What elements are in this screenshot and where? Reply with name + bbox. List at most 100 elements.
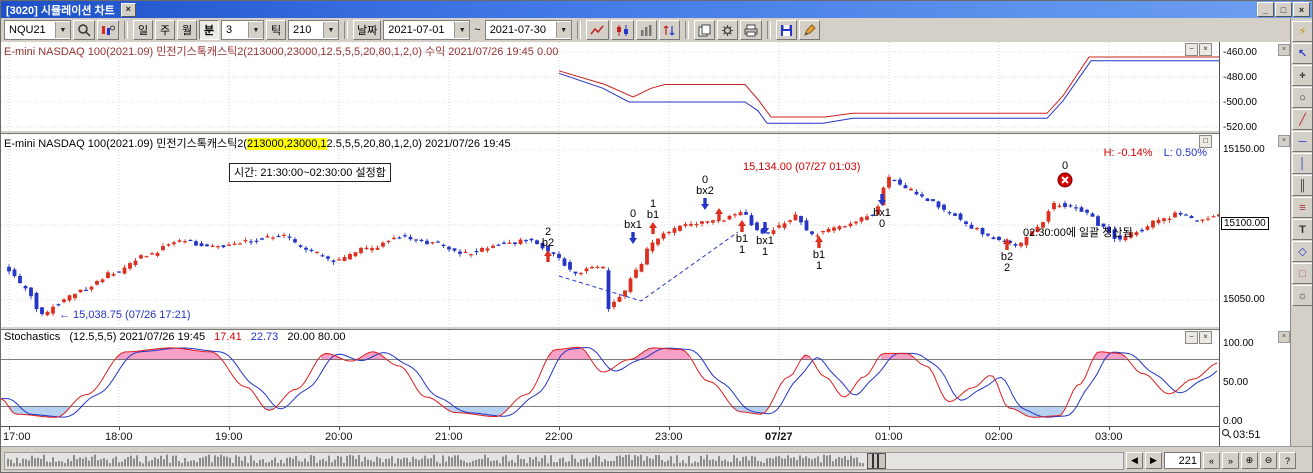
date-to-combo[interactable]: 2021-07-30 ▼ xyxy=(485,20,572,40)
period-week-button[interactable]: 주 xyxy=(155,20,175,40)
period-minute-button[interactable]: 분 xyxy=(199,20,219,40)
period-month-button[interactable]: 월 xyxy=(177,20,197,40)
tool-eraser-button[interactable]: □ xyxy=(1292,263,1313,284)
stochastic-chart[interactable] xyxy=(1,330,1219,426)
signal-markers: 2b20bx11b10bx2b11bx11b11bx10b22 xyxy=(542,174,1013,274)
print-button[interactable] xyxy=(740,20,762,40)
chevron-down-icon[interactable]: ▼ xyxy=(556,22,571,38)
period-day-button[interactable]: 일 xyxy=(133,20,153,40)
panel-minimize-icon[interactable]: − xyxy=(1185,331,1198,344)
tool-fibonacci-button[interactable]: ≡ xyxy=(1292,197,1313,218)
tick-button[interactable]: 틱 xyxy=(266,20,286,40)
axis-scale-icon[interactable]: × xyxy=(1278,331,1290,343)
signal-arrow-up xyxy=(815,236,823,248)
time-tick xyxy=(559,427,560,430)
tab-close-button[interactable]: × xyxy=(121,3,136,17)
bar-count-input[interactable]: 221 xyxy=(1164,452,1201,469)
high-annotation: 15,134.00 (07/27 01:03) xyxy=(743,161,860,173)
candlestick-chart[interactable]: 2b20bx11b10bx2b11bx11b11bx10b22015,134.0… xyxy=(1,134,1219,326)
date-range-separator: ~ xyxy=(474,24,480,36)
candle-chart-icon xyxy=(615,24,630,37)
chevron-down-icon[interactable]: ▼ xyxy=(323,22,338,38)
jump-start-button[interactable]: « xyxy=(1203,452,1220,469)
symbol-search-button[interactable] xyxy=(73,20,95,40)
bar-chart-button[interactable] xyxy=(636,20,657,40)
copy-button[interactable] xyxy=(694,20,715,40)
tick-interval-value: 210 xyxy=(293,24,319,36)
time-tick xyxy=(1109,427,1110,430)
signal-arrow-up xyxy=(715,208,723,220)
tool-zoom-button[interactable]: ○ xyxy=(1292,87,1313,108)
main-panel-title: E-mini NASDAQ 100(2021.09) 민전기스톡캐스틱2(213… xyxy=(4,135,511,148)
tool-parallel-channel-button[interactable]: ║ xyxy=(1292,175,1313,196)
axis-zoom-icon[interactable] xyxy=(1221,428,1232,442)
range-thumb[interactable] xyxy=(867,453,886,469)
tool-trendline-button[interactable]: ╱ xyxy=(1292,109,1313,130)
minimize-button[interactable]: _ xyxy=(1257,2,1274,17)
data-range-track[interactable] xyxy=(4,452,1124,470)
settings-button[interactable] xyxy=(717,20,738,40)
date-button[interactable]: 날짜 xyxy=(353,20,381,40)
save-button[interactable] xyxy=(776,20,797,40)
tool-text-button[interactable]: T xyxy=(1292,219,1313,240)
stochastic-panel-title: Stochastics (12.5,5,5) 2021/07/26 19:45 … xyxy=(4,331,345,344)
tool-simulation-bolt-button[interactable]: ⚡ xyxy=(1292,21,1313,42)
svg-text:b2: b2 xyxy=(542,237,554,249)
time-label: 22:00 xyxy=(545,431,573,443)
tool-pattern-button[interactable]: ◇ xyxy=(1292,241,1313,262)
axis-label: 15150.00 xyxy=(1223,144,1265,155)
edit-button[interactable] xyxy=(799,20,820,40)
chevron-down-icon[interactable]: ▼ xyxy=(454,22,469,38)
axis-label: 100.00 xyxy=(1223,338,1254,349)
tool-settings-button[interactable]: ☼ xyxy=(1292,285,1313,306)
scroll-left-button[interactable]: ◀ xyxy=(1126,452,1143,469)
price-axis[interactable]: 03:51 -460.00-480.00-500.00-520.0015150.… xyxy=(1219,42,1290,446)
tool-cursor-button[interactable]: ↖ xyxy=(1292,43,1313,64)
time-axis: 17:0018:0019:0020:0021:0022:0023:0007/27… xyxy=(1,426,1219,446)
time-tick xyxy=(229,427,230,430)
axis-label: -460.00 xyxy=(1223,47,1257,58)
axis-scale-icon[interactable]: × xyxy=(1278,44,1290,56)
signal-arrow-up xyxy=(544,250,552,262)
date-from-combo[interactable]: 2021-07-01 ▼ xyxy=(383,20,470,40)
toolbar-separator xyxy=(767,21,771,39)
symbol-combo[interactable]: NQU21 ▼ xyxy=(4,20,71,40)
panel-minimize-icon[interactable]: − xyxy=(1185,43,1198,56)
candle-chart-button[interactable] xyxy=(611,20,634,40)
sort-button[interactable] xyxy=(659,20,680,40)
indicator-parameters: 2.5,5,5,20,80,1,2,0) 2021/07/26 19:45 xyxy=(327,138,511,150)
tool-horizontal-line-button[interactable]: ─ xyxy=(1292,131,1313,152)
chevron-down-icon[interactable]: ▼ xyxy=(248,22,263,38)
tool-crosshair-button[interactable]: + xyxy=(1292,65,1313,86)
close-button[interactable]: × xyxy=(1293,2,1310,17)
maximize-button[interactable]: □ xyxy=(1275,2,1292,17)
high-low-change: H: -0.14% L: 0.50% xyxy=(1104,147,1207,159)
line-chart-icon xyxy=(590,24,605,37)
chevron-down-icon[interactable]: ▼ xyxy=(55,22,70,38)
axis-scale-icon[interactable]: × xyxy=(1278,135,1290,147)
zoom-in-button[interactable]: ⊕ xyxy=(1241,452,1258,469)
line-chart-button[interactable] xyxy=(586,20,609,40)
panel-close-icon[interactable]: × xyxy=(1199,43,1212,56)
zoom-out-button[interactable]: ⊖ xyxy=(1260,452,1277,469)
highlighted-parameters: 213000,23000,1 xyxy=(247,138,327,150)
scroll-right-button[interactable]: ▶ xyxy=(1145,452,1162,469)
stochastic-name: Stochastics xyxy=(4,331,60,343)
tick-interval-combo[interactable]: 210 ▼ xyxy=(288,20,339,40)
minute-interval-combo[interactable]: 3 ▼ xyxy=(221,20,264,40)
svg-text:1: 1 xyxy=(762,246,768,258)
panel-close-icon[interactable]: × xyxy=(1199,331,1212,344)
jump-end-button[interactable]: » xyxy=(1222,452,1239,469)
tool-vertical-line-button[interactable]: │ xyxy=(1292,153,1313,174)
time-tick xyxy=(999,427,1000,430)
axis-label: 0.00 xyxy=(1223,416,1242,427)
time-label: 07/27 xyxy=(765,431,793,443)
time-tick xyxy=(669,427,670,430)
help-button[interactable]: ? xyxy=(1279,452,1296,469)
panel-restore-icon[interactable]: □ xyxy=(1199,135,1212,148)
stock-search-button[interactable] xyxy=(97,20,119,40)
time-label: 18:00 xyxy=(105,431,133,443)
stochastic-panel: Stochastics (12.5,5,5) 2021/07/26 19:45 … xyxy=(1,330,1219,426)
svg-text:b1: b1 xyxy=(647,209,659,221)
printer-icon xyxy=(744,24,758,37)
